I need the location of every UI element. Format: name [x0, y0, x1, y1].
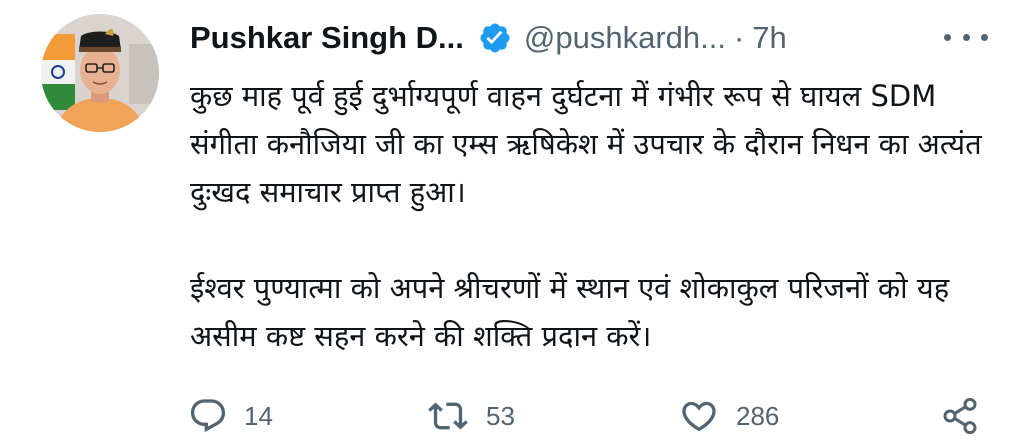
- heart-icon: [678, 396, 720, 436]
- share-icon: [940, 396, 980, 436]
- separator-dot: ·: [733, 20, 745, 55]
- more-options-icon[interactable]: [944, 26, 988, 48]
- reply-icon: [188, 396, 228, 436]
- tweet-paragraph: ईश्वर पुण्यात्मा को अपने श्रीचरणों में स…: [190, 271, 950, 353]
- tweet-header: Pushkar Singh D... @pushkardh... · 7h: [190, 14, 787, 62]
- avatar[interactable]: [41, 14, 159, 132]
- verified-badge-icon: [478, 21, 512, 55]
- author-name[interactable]: Pushkar Singh D...: [190, 20, 464, 56]
- like-button[interactable]: 286: [678, 388, 779, 444]
- tweet[interactable]: Pushkar Singh D... @pushkardh... · 7h कु…: [0, 0, 1024, 443]
- like-count: 286: [736, 400, 780, 431]
- share-button[interactable]: [940, 388, 980, 444]
- reply-count: 14: [244, 400, 273, 431]
- tweet-paragraph: कुछ माह पूर्व हुई दुर्भाग्यपूर्ण वाहन दु…: [190, 79, 982, 209]
- retweet-count: 53: [486, 400, 515, 431]
- retweet-button[interactable]: 53: [426, 388, 515, 444]
- tweet-text: कुछ माह पूर्व हुई दुर्भाग्यपूर्ण वाहन दु…: [190, 72, 990, 360]
- reply-button[interactable]: 14: [188, 388, 273, 444]
- author-handle[interactable]: @pushkardh...: [524, 20, 726, 56]
- avatar-image: [41, 14, 159, 132]
- tweet-actions: 14 53 286: [0, 388, 1024, 444]
- retweet-icon: [426, 396, 470, 436]
- tweet-timestamp[interactable]: 7h: [752, 20, 786, 56]
